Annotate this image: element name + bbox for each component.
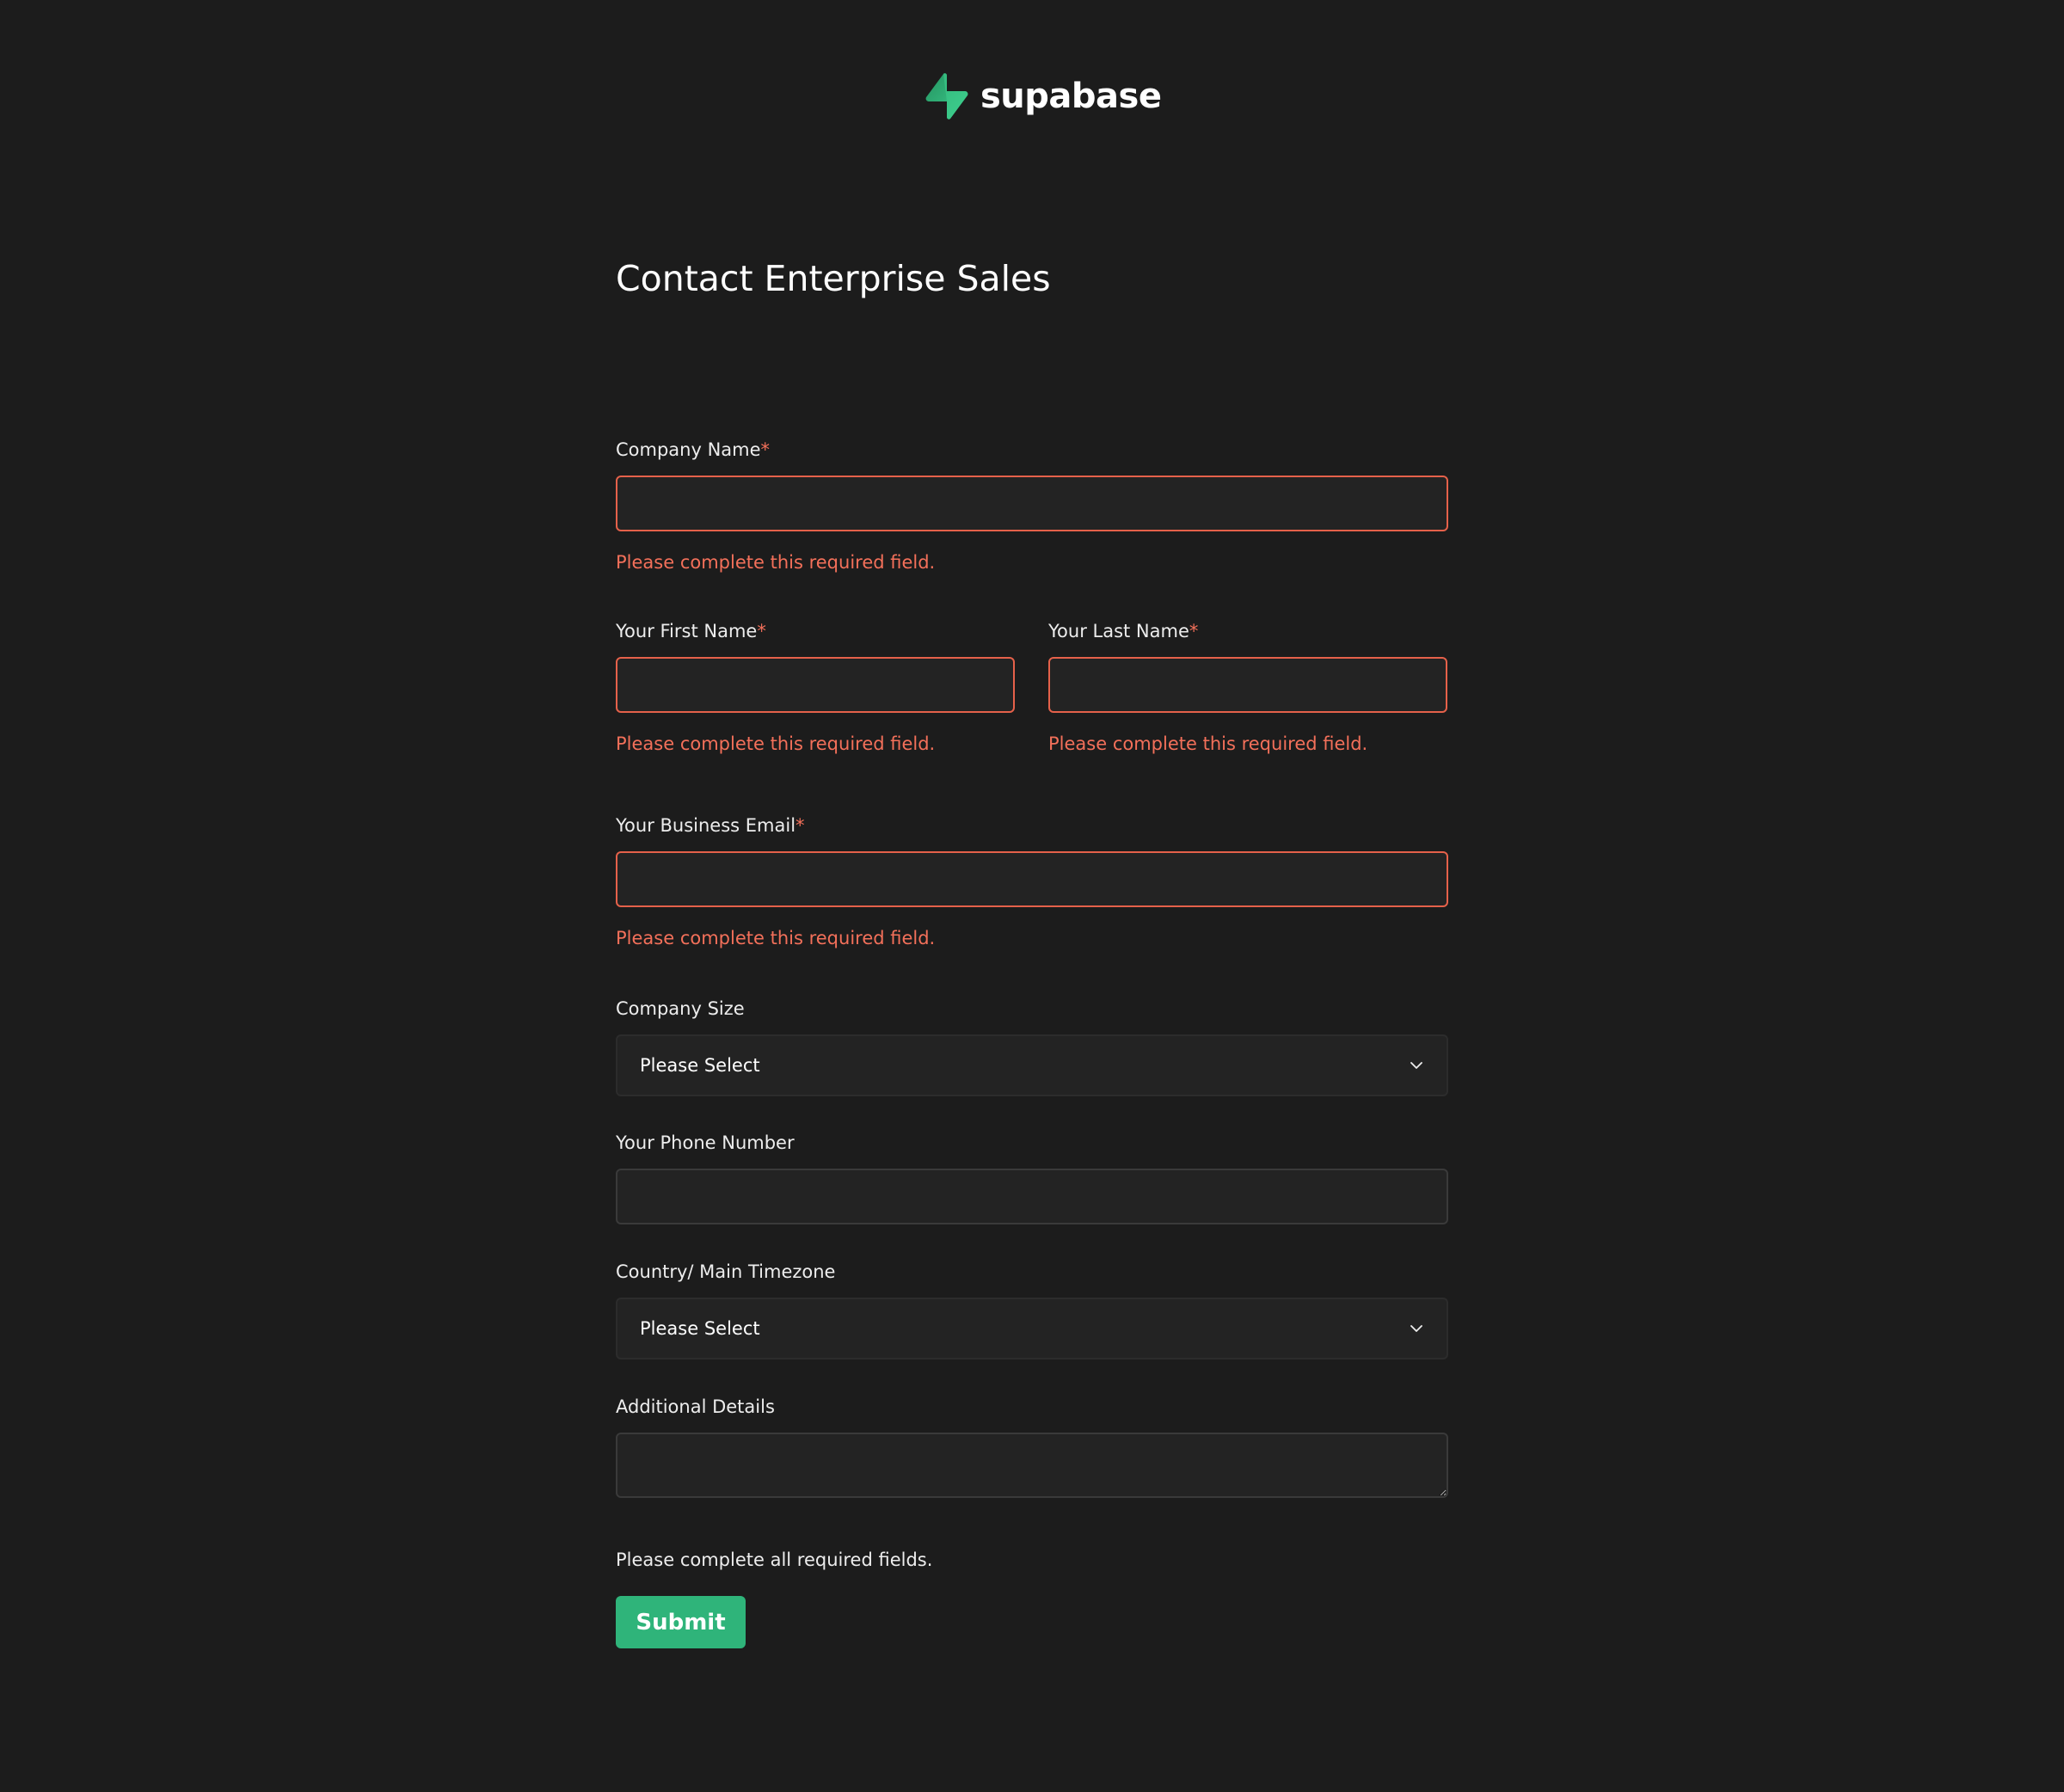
company-name-group: Company Name* Please complete this requi… xyxy=(616,437,1448,573)
submit-button[interactable]: Submit xyxy=(616,1596,746,1648)
first-name-group: Your First Name* Please complete this re… xyxy=(616,618,1015,754)
business-email-error: Please complete this required field. xyxy=(616,928,936,948)
business-email-group: Your Business Email* Please complete thi… xyxy=(616,813,1448,948)
required-marker: * xyxy=(757,621,766,641)
country-timezone-label: Country/ Main Timezone xyxy=(616,1261,836,1282)
chevron-down-icon xyxy=(1409,1058,1424,1073)
form-summary-message: Please complete all required fields. xyxy=(616,1550,933,1570)
additional-details-textarea[interactable] xyxy=(616,1433,1448,1498)
additional-details-label: Additional Details xyxy=(616,1396,775,1417)
required-marker: * xyxy=(760,439,771,460)
country-timezone-select[interactable]: Please Select xyxy=(616,1298,1448,1359)
first-name-error: Please complete this required field. xyxy=(616,733,936,754)
supabase-logo[interactable]: supabase xyxy=(925,69,1162,124)
phone-number-group: Your Phone Number xyxy=(616,1130,1448,1224)
required-marker: * xyxy=(796,815,805,836)
last-name-label: Your Last Name* xyxy=(1048,621,1199,641)
last-name-error: Please complete this required field. xyxy=(1048,733,1368,754)
contact-sales-page: supabase Contact Enterprise Sales Compan… xyxy=(0,0,2064,1792)
country-timezone-value: Please Select xyxy=(640,1318,760,1339)
chevron-down-icon xyxy=(1409,1321,1424,1336)
last-name-group: Your Last Name* Please complete this req… xyxy=(1048,618,1447,754)
country-timezone-group: Country/ Main Timezone Please Select xyxy=(616,1259,1448,1359)
company-size-select[interactable]: Please Select xyxy=(616,1034,1448,1096)
bolt-icon xyxy=(925,73,968,120)
company-size-label: Company Size xyxy=(616,998,745,1019)
company-size-group: Company Size Please Select xyxy=(616,996,1448,1096)
company-name-label: Company Name* xyxy=(616,439,771,460)
last-name-input[interactable] xyxy=(1048,657,1447,713)
first-name-input[interactable] xyxy=(616,657,1015,713)
phone-number-input[interactable] xyxy=(616,1169,1448,1224)
company-size-value: Please Select xyxy=(640,1055,760,1076)
required-marker: * xyxy=(1189,621,1199,641)
brand-name: supabase xyxy=(980,77,1162,116)
phone-number-label: Your Phone Number xyxy=(616,1132,795,1153)
additional-details-group: Additional Details xyxy=(616,1394,1448,1498)
business-email-input[interactable] xyxy=(616,851,1448,907)
business-email-label: Your Business Email* xyxy=(616,815,805,836)
company-name-error: Please complete this required field. xyxy=(616,552,936,573)
company-name-input[interactable] xyxy=(616,476,1448,531)
first-name-label: Your First Name* xyxy=(616,621,766,641)
page-title: Contact Enterprise Sales xyxy=(616,258,1051,299)
